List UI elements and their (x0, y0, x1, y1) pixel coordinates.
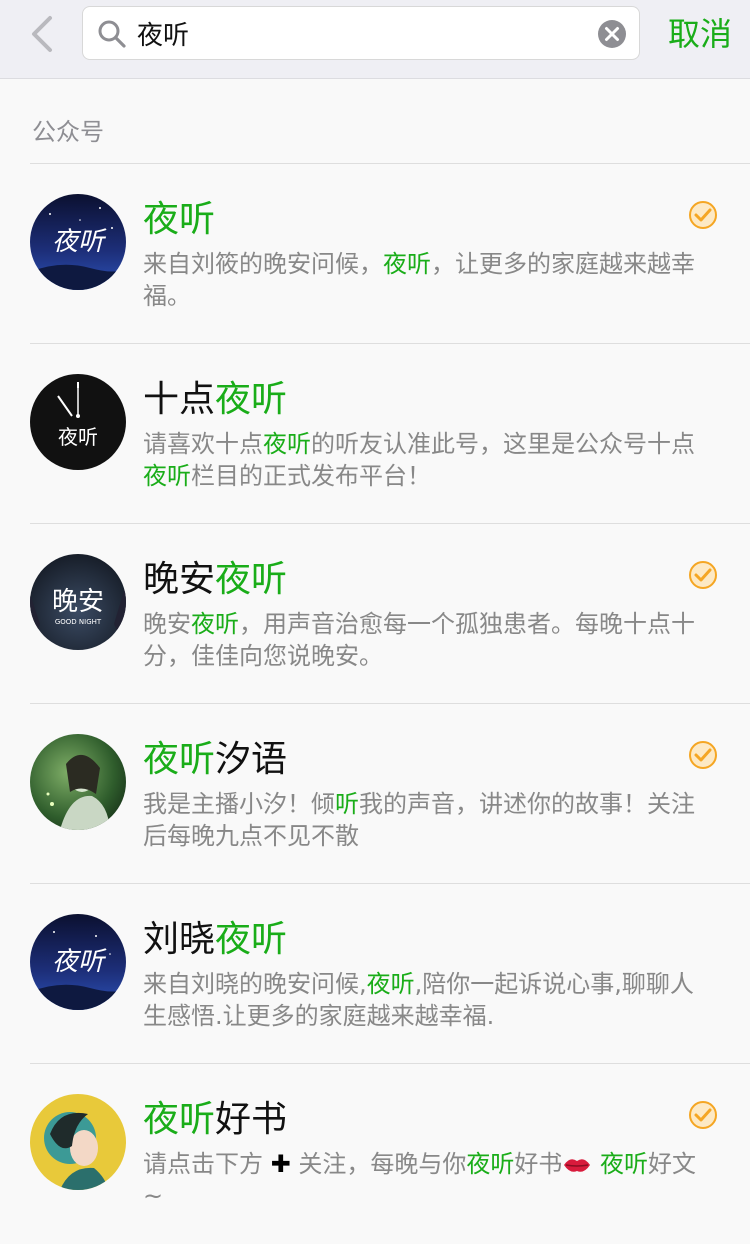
avatar: 夜听 (30, 194, 126, 290)
account-description: 晚安夜听，用声音治愈每一个孤独患者。每晚十点十分，佳佳向您说晚安。 (143, 610, 695, 670)
avatar: 晚安 GOOD NIGHT (30, 554, 126, 650)
plus-icon: ✚ (270, 1150, 291, 1178)
list-item[interactable]: 夜听 十点夜听 请喜欢十点夜听的听友认准此号，这里是公众号十点夜听栏目的正式发布… (0, 344, 750, 524)
list-item[interactable]: 夜听汐语 我是主播小汐！倾听我的声音，讲述你的故事！关注后每晚九点不见不散 (0, 704, 750, 884)
cancel-button[interactable]: 取消 (664, 12, 736, 56)
account-description: 请喜欢十点夜听的听友认准此号，这里是公众号十点夜听栏目的正式发布平台！ (143, 430, 695, 490)
account-name: 十点夜听 (143, 379, 288, 420)
account-name: 刘晓夜听 (143, 919, 288, 960)
kiss-lips-icon (564, 1159, 591, 1172)
svg-text:GOOD NIGHT: GOOD NIGHT (55, 618, 102, 626)
search-field[interactable] (82, 6, 640, 60)
clear-icon[interactable] (597, 19, 627, 49)
chevron-left-icon (32, 16, 52, 52)
back-button[interactable] (26, 14, 58, 54)
search-input[interactable] (137, 13, 617, 53)
list-item[interactable]: 夜听 刘晓夜听 来自刘晓的晚安问候,夜听,陪你一起诉说心事,聊聊人生感悟.让更多… (0, 884, 750, 1064)
verified-badge-icon (689, 1101, 717, 1129)
list-item[interactable]: 晚安 GOOD NIGHT 晚安夜听 晚安夜听，用声音治愈每一个孤独患者。每晚十… (0, 524, 750, 704)
account-name: 夜听汐语 (143, 739, 288, 780)
search-icon (98, 20, 126, 48)
search-bar: 取消 (0, 0, 750, 79)
account-description: 请点击下方 ✚ 关注，每晚与你夜听好书 夜听好文~ (143, 1150, 697, 1210)
svg-text:夜听: 夜听 (52, 227, 107, 257)
account-description: 来自刘晓的晚安问候,夜听,陪你一起诉说心事,聊聊人生感悟.让更多的家庭越来越幸福… (143, 970, 694, 1030)
svg-text:晚安: 晚安 (52, 587, 104, 617)
account-name: 晚安夜听 (143, 559, 288, 600)
section-header: 公众号 (32, 118, 104, 146)
account-name: 夜听 (143, 199, 216, 240)
account-description: 来自刘筱的晚安问候，夜听，让更多的家庭越来越幸福。 (143, 250, 695, 310)
avatar (30, 734, 126, 830)
list-item[interactable]: 夜听 夜听 来自刘筱的晚安问候，夜听，让更多的家庭越来越幸福。 (0, 164, 750, 344)
svg-text:夜听: 夜听 (58, 425, 98, 449)
verified-badge-icon (689, 741, 717, 769)
verified-badge-icon (689, 561, 717, 589)
verified-badge-icon (689, 201, 717, 229)
avatar: 夜听 (30, 374, 126, 470)
list-item[interactable]: 夜听好书 请点击下方 ✚ 关注，每晚与你夜听好书 夜听好文~ (0, 1064, 750, 1244)
avatar: 夜听 (30, 914, 126, 1010)
avatar (30, 1094, 126, 1190)
svg-text:夜听: 夜听 (52, 947, 107, 977)
account-description: 我是主播小汐！倾听我的声音，讲述你的故事！关注后每晚九点不见不散 (143, 790, 695, 850)
account-name: 夜听好书 (143, 1099, 288, 1140)
